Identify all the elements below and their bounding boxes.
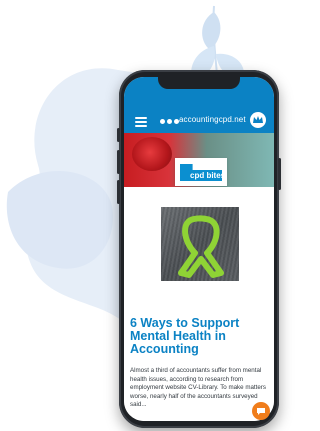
menu-icon[interactable] bbox=[135, 117, 147, 127]
site-name[interactable]: accountingcpd.net bbox=[179, 115, 246, 124]
chat-icon[interactable] bbox=[252, 402, 270, 420]
phone-notch bbox=[158, 77, 240, 89]
logo-dots-icon bbox=[160, 119, 179, 124]
rose-image bbox=[132, 137, 172, 171]
cpd-bites-badge: cpd bites bbox=[175, 158, 227, 186]
badge-label: cpd bites bbox=[190, 171, 226, 180]
background-blob-left bbox=[6, 171, 113, 269]
awareness-ribbon-image bbox=[161, 207, 239, 281]
article-title[interactable]: 6 Ways to Support Mental Health in Accou… bbox=[130, 317, 270, 356]
article-excerpt: Almost a third of accountants suffer fro… bbox=[130, 367, 266, 409]
article-content: 6 Ways to Support Mental Health in Accou… bbox=[124, 187, 274, 421]
crown-icon bbox=[253, 116, 263, 123]
speech-bubble-icon bbox=[257, 408, 265, 415]
green-ribbon-icon bbox=[178, 215, 224, 278]
profile-icon[interactable] bbox=[250, 112, 266, 128]
phone-screen: accountingcpd.net cpd bites 6 Ways to Su… bbox=[124, 77, 274, 421]
